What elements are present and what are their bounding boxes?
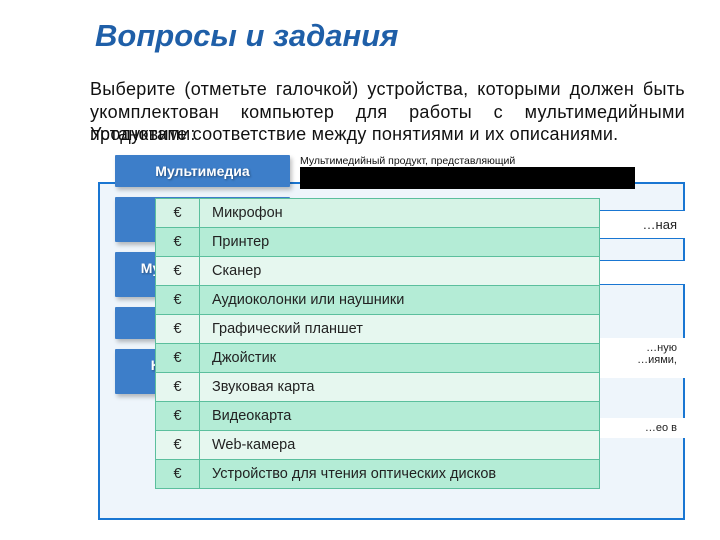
device-row: €Видеокарта: [156, 402, 600, 431]
checkbox-cell[interactable]: €: [156, 257, 200, 286]
checkbox-cell[interactable]: €: [156, 460, 200, 489]
checkbox-cell[interactable]: €: [156, 286, 200, 315]
device-label: Микрофон: [200, 199, 600, 228]
slide: Вопросы и задания Выберите (отметьте гал…: [0, 0, 720, 540]
device-label: Видеокарта: [200, 402, 600, 431]
device-row: €Джойстик: [156, 344, 600, 373]
device-label: Принтер: [200, 228, 600, 257]
description-fragment-top: Мультимедийный продукт, представляющий с…: [300, 156, 635, 189]
checkbox-cell[interactable]: €: [156, 431, 200, 460]
device-row: €Сканер: [156, 257, 600, 286]
checkbox-cell[interactable]: €: [156, 373, 200, 402]
device-table: €Микрофон€Принтер€Сканер€Аудиоколонки ил…: [155, 198, 600, 489]
frag-line2: собой последовательность слайдов, содерж…: [300, 167, 635, 189]
device-label: Устройство для чтения оптических дисков: [200, 460, 600, 489]
device-row: €Графический планшет: [156, 315, 600, 344]
device-row: €Звуковая карта: [156, 373, 600, 402]
checkbox-cell[interactable]: €: [156, 344, 200, 373]
device-row: €Принтер: [156, 228, 600, 257]
device-label: Web-камера: [200, 431, 600, 460]
device-row: €Устройство для чтения оптических дисков: [156, 460, 600, 489]
device-label: Джойстик: [200, 344, 600, 373]
device-label: Аудиоколонки или наушники: [200, 286, 600, 315]
device-row: €Аудиоколонки или наушники: [156, 286, 600, 315]
checkbox-cell[interactable]: €: [156, 315, 200, 344]
device-row: €Микрофон: [156, 199, 600, 228]
concept-multimedia[interactable]: Мультимедиа: [115, 155, 290, 187]
checkbox-cell[interactable]: €: [156, 402, 200, 431]
rf4a: …ную: [646, 342, 677, 354]
device-label: Сканер: [200, 257, 600, 286]
device-row: €Web-камера: [156, 431, 600, 460]
page-title: Вопросы и задания: [95, 18, 398, 54]
prompts: Выберите (отметьте галочкой) устройства,…: [90, 78, 685, 145]
checkbox-cell[interactable]: €: [156, 228, 200, 257]
device-label: Графический планшет: [200, 315, 600, 344]
right-fragment-3: [595, 260, 685, 285]
device-label: Звуковая карта: [200, 373, 600, 402]
right-fragment-2: …ная: [595, 210, 685, 239]
rf4b: …иями,: [637, 354, 677, 366]
checkbox-cell[interactable]: €: [156, 199, 200, 228]
prompt-match: Установите соответствие между понятиями …: [90, 123, 685, 146]
